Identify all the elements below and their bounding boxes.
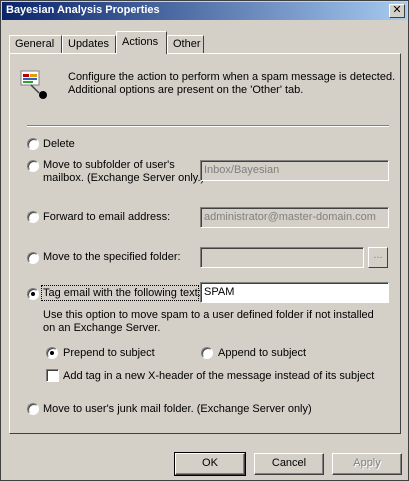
browse-folder-button[interactable]: ...: [368, 247, 388, 268]
move-folder-radio[interactable]: [27, 252, 39, 264]
filter-icon: [20, 70, 47, 99]
window-title: Bayesian Analysis Properties: [6, 4, 160, 16]
xheader-checkbox[interactable]: [46, 369, 59, 382]
tag-email-radio[interactable]: [27, 288, 39, 300]
tab-actions[interactable]: Actions: [116, 31, 167, 54]
move-subfolder-label-line2: mailbox. (Exchange Server only.): [43, 172, 205, 184]
cancel-button[interactable]: Cancel: [254, 453, 324, 475]
tag-email-label[interactable]: Tag email with the following text:: [43, 287, 201, 300]
tab-general[interactable]: General: [9, 35, 62, 53]
ok-button[interactable]: OK: [174, 452, 246, 476]
move-folder-label[interactable]: Move to the specified folder:: [43, 251, 181, 264]
subfolder-input[interactable]: Inbox/Bayesian: [200, 160, 389, 181]
tag-email-hint: Use this option to move spam to a user d…: [43, 309, 374, 334]
prepend-subject-label[interactable]: Prepend to subject: [63, 347, 155, 360]
info-line-1: Configure the action to perform when a s…: [68, 71, 396, 83]
prepend-subject-radio[interactable]: [46, 347, 58, 359]
delete-label[interactable]: Delete: [43, 138, 75, 151]
properties-dialog: Bayesian Analysis Properties ✕ General U…: [0, 0, 409, 481]
tab-other[interactable]: Other: [167, 35, 204, 53]
info-description: Configure the action to perform when a s…: [68, 71, 398, 97]
append-subject-label[interactable]: Append to subject: [218, 347, 306, 360]
xheader-checkbox-label[interactable]: Add tag in a new X-header of the message…: [63, 370, 374, 383]
close-icon: ✕: [392, 4, 402, 16]
move-subfolder-label[interactable]: Move to subfolder of user's mailbox. (Ex…: [43, 159, 204, 185]
delete-radio[interactable]: [27, 138, 39, 150]
tab-updates[interactable]: Updates: [62, 35, 116, 53]
junk-folder-label[interactable]: Move to user's junk mail folder. (Exchan…: [43, 403, 312, 416]
forward-radio[interactable]: [27, 211, 39, 223]
apply-button[interactable]: Apply: [332, 453, 402, 475]
divider: [27, 125, 389, 127]
move-subfolder-radio[interactable]: [27, 160, 39, 172]
junk-folder-radio[interactable]: [27, 403, 39, 415]
title-bar[interactable]: Bayesian Analysis Properties ✕: [2, 2, 407, 20]
forward-label[interactable]: Forward to email address:: [43, 211, 170, 224]
folder-path-input[interactable]: [200, 247, 364, 268]
close-button[interactable]: ✕: [389, 4, 405, 18]
move-subfolder-label-line1: Move to subfolder of user's: [43, 159, 175, 171]
forward-email-input[interactable]: administrator@master-domain.com: [200, 207, 389, 228]
append-subject-radio[interactable]: [201, 347, 213, 359]
info-line-2: Additional options are present on the 'O…: [68, 84, 304, 96]
tag-text-input[interactable]: SPAM: [200, 282, 389, 303]
